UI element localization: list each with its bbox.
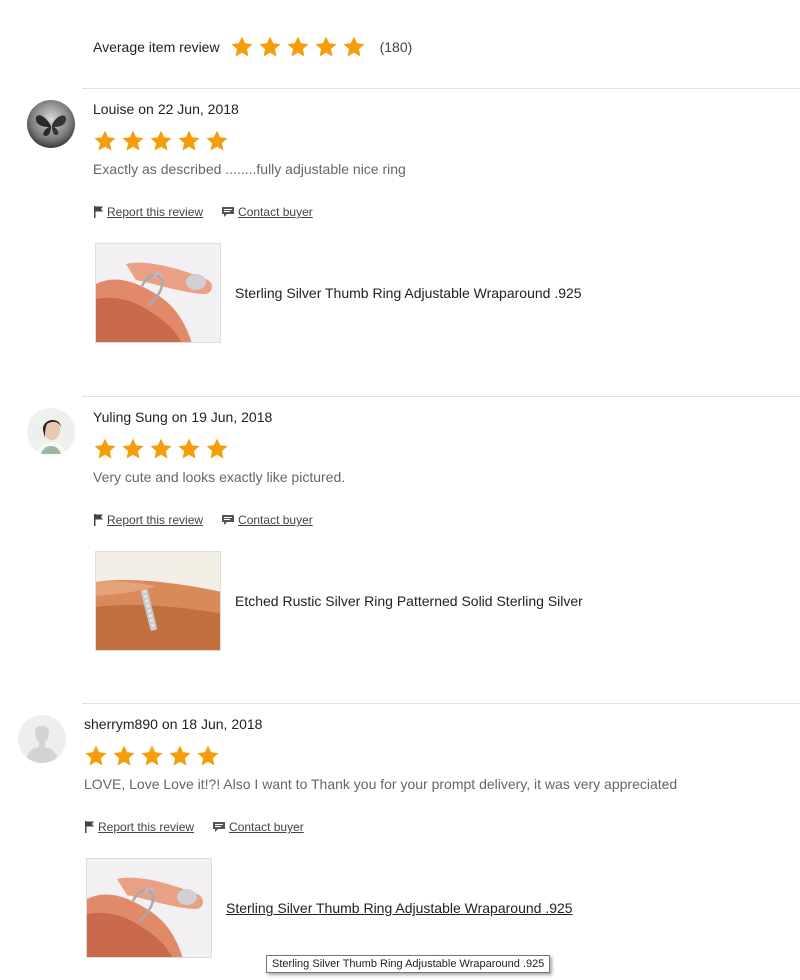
reviewer-name[interactable]: sherrym890 — [84, 715, 158, 733]
report-review-link[interactable]: Report this review — [84, 820, 194, 834]
star-icon — [205, 437, 229, 461]
reviewed-item: Sterling Silver Thumb Ring Adjustable Wr… — [84, 858, 677, 958]
star-icon — [112, 744, 136, 768]
review-count: (180) — [379, 39, 413, 55]
contact-buyer-link[interactable]: Contact buyer — [221, 205, 313, 219]
review-text: Very cute and looks exactly like picture… — [93, 469, 346, 485]
thumb-ring-photo[interactable] — [95, 243, 221, 343]
star-icon — [168, 744, 192, 768]
star-icon — [177, 129, 201, 153]
thumb-ring-photo[interactable] — [86, 858, 212, 958]
flag-icon — [84, 821, 95, 833]
item-title-link[interactable]: Etched Rustic Silver Ring Patterned Soli… — [235, 593, 583, 609]
reviewer-line: Louise on 22 Jun, 2018 — [93, 100, 582, 118]
average-review-label: Average item review — [93, 39, 220, 55]
review-rating-stars — [84, 744, 677, 768]
reviewer-on: on — [161, 716, 178, 732]
reviewed-item: Etched Rustic Silver Ring Patterned Soli… — [93, 551, 583, 651]
contact-buyer-label: Contact buyer — [229, 820, 304, 834]
item-title-link[interactable]: Sterling Silver Thumb Ring Adjustable Wr… — [226, 900, 573, 916]
item-title-tooltip: Sterling Silver Thumb Ring Adjustable Wr… — [266, 955, 551, 973]
star-icon — [93, 129, 117, 153]
report-review-label: Report this review — [107, 205, 204, 219]
reviewer-name[interactable]: Louise — [93, 100, 134, 118]
contact-buyer-link[interactable]: Contact buyer — [212, 820, 304, 834]
review-date: 19 Jun, 2018 — [191, 409, 273, 425]
contact-buyer-label: Contact buyer — [238, 513, 313, 527]
reviewer-line: sherrym890 on 18 Jun, 2018 — [84, 715, 677, 733]
etched-ring-photo[interactable] — [95, 551, 221, 651]
chat-bubble-icon — [221, 514, 235, 526]
divider — [82, 88, 800, 89]
star-icon — [196, 744, 220, 768]
star-icon — [258, 35, 282, 59]
reviewer-name[interactable]: Yuling Sung — [93, 408, 168, 426]
chat-bubble-icon — [221, 206, 235, 218]
star-icon — [121, 129, 145, 153]
review-actions: Report this review Contact buyer — [93, 513, 583, 527]
star-icon — [177, 437, 201, 461]
butterfly-avatar-icon[interactable] — [27, 100, 75, 148]
star-icon — [342, 35, 366, 59]
star-icon — [84, 744, 108, 768]
review-rating-stars — [93, 129, 582, 153]
reviewer-on: on — [171, 409, 188, 425]
star-icon — [205, 129, 229, 153]
chat-bubble-icon — [212, 821, 226, 833]
star-icon — [230, 35, 254, 59]
star-icon — [314, 35, 338, 59]
star-icon — [140, 744, 164, 768]
report-review-label: Report this review — [107, 513, 204, 527]
flag-icon — [93, 206, 104, 218]
contact-buyer-link[interactable]: Contact buyer — [221, 513, 313, 527]
report-review-label: Report this review — [98, 820, 195, 834]
star-icon — [93, 437, 117, 461]
divider — [82, 396, 800, 397]
report-review-link[interactable]: Report this review — [93, 513, 203, 527]
average-rating-stars — [230, 35, 370, 59]
reviewed-item: Sterling Silver Thumb Ring Adjustable Wr… — [93, 243, 582, 343]
review-body: Yuling Sung on 19 Jun, 2018 Very cute an… — [93, 408, 583, 651]
average-review-summary: Average item review (180) — [93, 30, 412, 64]
review-actions: Report this review Contact buyer — [84, 820, 677, 834]
star-icon — [149, 437, 173, 461]
contact-buyer-label: Contact buyer — [238, 205, 313, 219]
review-rating-stars — [93, 437, 583, 461]
review-body: Louise on 22 Jun, 2018 Exactly as descri… — [93, 100, 582, 343]
flag-icon — [93, 514, 104, 526]
star-icon — [121, 437, 145, 461]
default-user-avatar-icon[interactable] — [18, 715, 66, 763]
star-icon — [149, 129, 173, 153]
review-text: LOVE, Love Love it!?! Also I want to Tha… — [84, 776, 678, 792]
divider — [82, 703, 800, 704]
report-review-link[interactable]: Report this review — [93, 205, 203, 219]
reviewer-line: Yuling Sung on 19 Jun, 2018 — [93, 408, 583, 426]
review-actions: Report this review Contact buyer — [93, 205, 582, 219]
review-body: sherrym890 on 18 Jun, 2018 LOVE, Love Lo… — [84, 715, 677, 958]
review-date: 22 Jun, 2018 — [157, 101, 239, 117]
reviewer-on: on — [138, 101, 154, 117]
person-photo-avatar-icon[interactable] — [27, 408, 75, 456]
review-text: Exactly as described ........fully adjus… — [93, 161, 406, 177]
star-icon — [286, 35, 310, 59]
item-title-link[interactable]: Sterling Silver Thumb Ring Adjustable Wr… — [235, 285, 582, 301]
review-date: 18 Jun, 2018 — [181, 716, 263, 732]
